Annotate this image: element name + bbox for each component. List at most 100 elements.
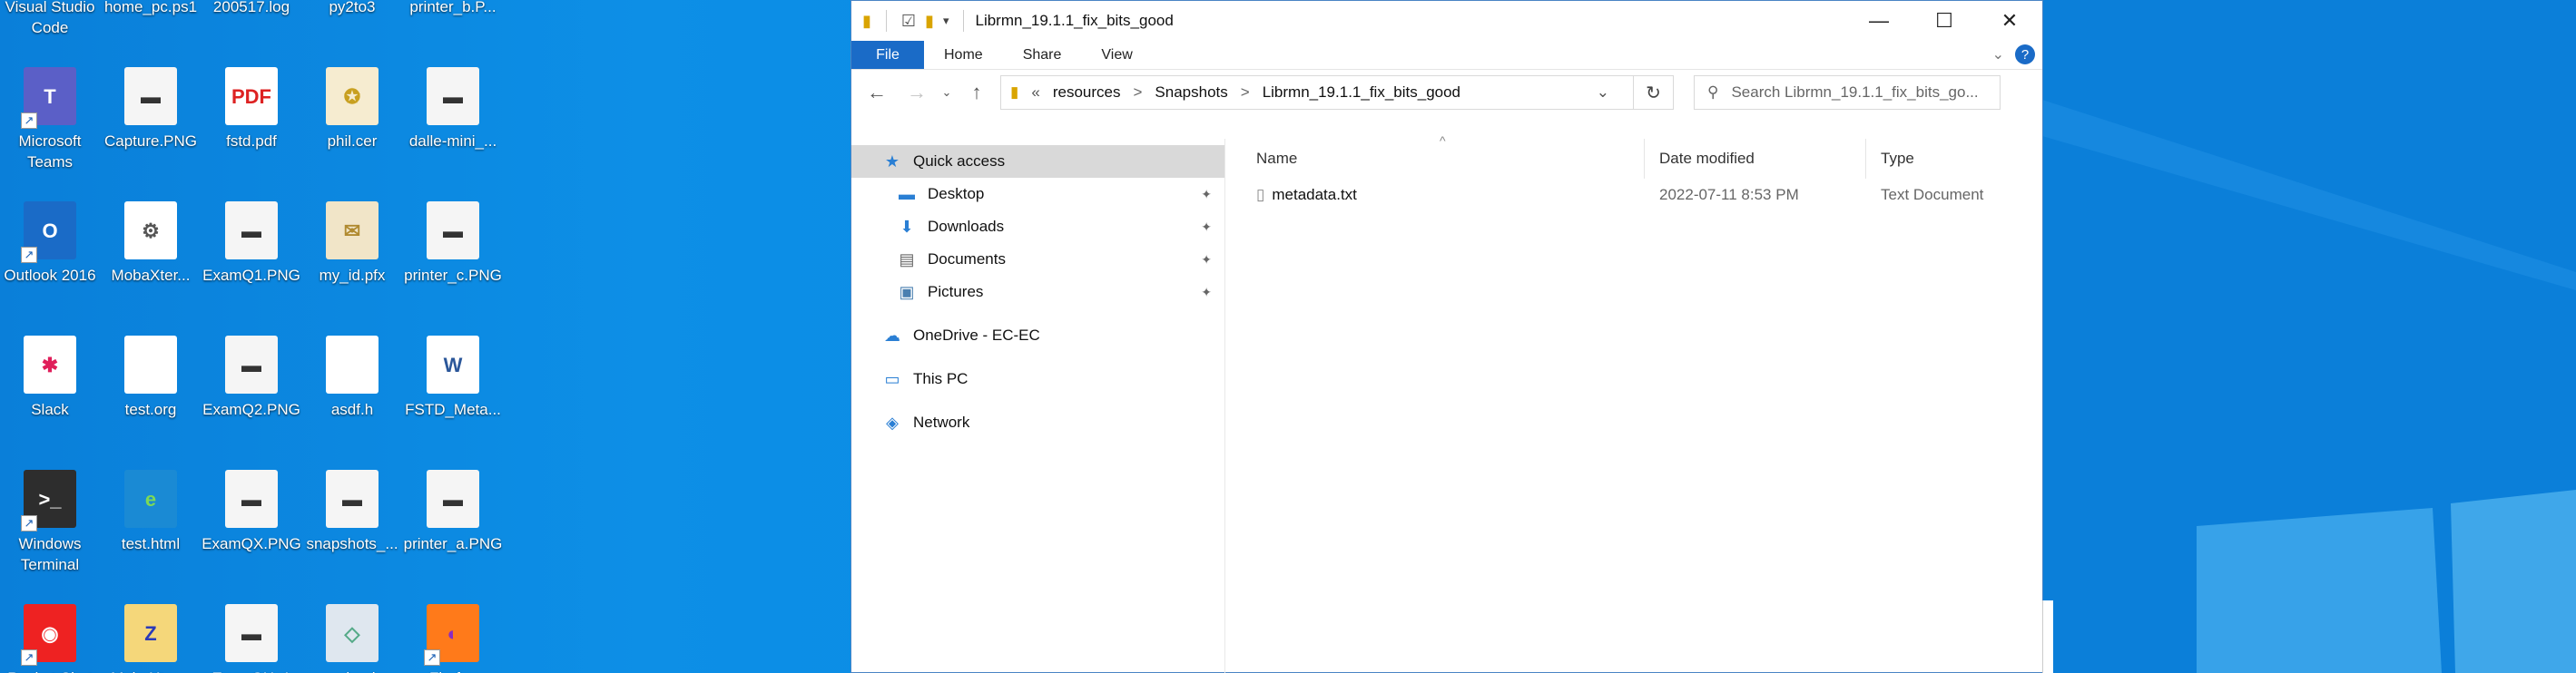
- expand-ribbon-icon[interactable]: ⌄: [1992, 45, 2004, 63]
- image-icon: ▬: [219, 600, 284, 666]
- desktop-icon-item[interactable]: ⚙ MobaXter...: [101, 198, 201, 286]
- desktop-icon-item[interactable]: Z MobaXterm: [101, 600, 201, 673]
- desktop-icon-label: FSTD_Meta...: [405, 401, 501, 418]
- tab-home[interactable]: Home: [924, 41, 1003, 69]
- nav-item-pictures[interactable]: ▣ Pictures ✦: [851, 276, 1224, 308]
- nav-item-downloads[interactable]: ⬇ Downloads ✦: [851, 210, 1224, 243]
- desktop-icon-label: Windows Terminal: [18, 535, 82, 573]
- maximize-button[interactable]: ☐: [1912, 1, 1977, 41]
- column-header-type[interactable]: Type: [1866, 139, 2039, 179]
- desktop-icon-item[interactable]: ▬ ExamQ2.PNG: [202, 332, 301, 420]
- desktop-icon-item[interactable]: ▬printer_b.P...: [403, 0, 503, 17]
- desktop-icon-item[interactable]: ✉ my_id.pfx: [302, 198, 402, 286]
- nav-label: Downloads: [928, 218, 1005, 235]
- recent-locations-icon[interactable]: ⌄: [940, 85, 953, 100]
- help-icon[interactable]: ?: [2015, 44, 2035, 64]
- desktop-icon-item[interactable]: ▬ ExamQ1.PNG: [202, 198, 301, 286]
- column-header-date-modified[interactable]: Date modified: [1645, 139, 1866, 179]
- desktop-icon-item[interactable]: ▬ printer_c.PNG: [403, 198, 503, 286]
- address-bar[interactable]: ▮ « resources > Snapshots > Librmn_19.1.…: [1000, 75, 1674, 110]
- nav-label: Pictures: [928, 283, 984, 300]
- breadcrumb-snapshots[interactable]: Snapshots: [1155, 83, 1227, 102]
- pin-icon: ✦: [1201, 284, 1212, 299]
- desktop-icon-item[interactable]: PDF fstd.pdf: [202, 63, 301, 151]
- refresh-icon[interactable]: ↻: [1633, 76, 1673, 109]
- file-explorer-window[interactable]: ▮ ☑ ▮ ▾ Librmn_19.1.1_fix_bits_good — ☐ …: [850, 0, 2043, 673]
- desktop-icon-label: my_id.pfx: [319, 267, 386, 284]
- folder-icon: ▮: [862, 11, 871, 30]
- computer-icon: ▭: [884, 369, 900, 388]
- minimize-button[interactable]: —: [1846, 1, 1912, 41]
- desktop-icon-item[interactable]: ▬ snapshots_...: [302, 466, 402, 554]
- address-dropdown-icon[interactable]: ⌄: [1597, 83, 1609, 102]
- desktop-icon-item[interactable]: O ↗ Outlook 2016: [0, 198, 100, 286]
- search-input[interactable]: ⚲ Search Librmn_19.1.1_fix_bits_go...: [1694, 75, 2001, 110]
- forward-arrow-icon[interactable]: →: [900, 81, 933, 104]
- nav-label: Documents: [928, 250, 1006, 268]
- nav-network[interactable]: ◈ Network: [851, 406, 1224, 439]
- shortcut-arrow-icon: ↗: [21, 515, 37, 532]
- breadcrumb-separator[interactable]: >: [1133, 83, 1142, 102]
- column-header-name[interactable]: Name: [1225, 139, 1645, 179]
- desktop-icon-item[interactable]: ▬ dalle-mini_...: [403, 63, 503, 151]
- nav-onedrive[interactable]: ☁ OneDrive - EC-EC: [851, 319, 1224, 352]
- settings-file-icon: ⚙: [118, 198, 183, 263]
- tab-file[interactable]: File: [851, 41, 924, 69]
- desktop-icon-item[interactable]: W FSTD_Meta...: [403, 332, 503, 420]
- desktop-icon-item[interactable]: >_ ↗ Windows Terminal: [0, 466, 100, 575]
- file-row[interactable]: ▯ metadata.txt 2022-07-11 8:53 PM Text D…: [1225, 179, 2042, 211]
- desktop-icon-item[interactable]: ◇ google_dr...: [302, 600, 402, 673]
- desktop-icon-item[interactable]: ▬ Capture.PNG: [101, 63, 201, 151]
- image-icon: ▬: [420, 198, 486, 263]
- breadcrumb-resources[interactable]: resources: [1053, 83, 1121, 102]
- tab-share[interactable]: Share: [1003, 41, 1082, 69]
- desktop-icon-item[interactable]: home_pc.ps1: [101, 0, 201, 17]
- documents-icon: ▤: [899, 249, 915, 268]
- desktop-icon-item[interactable]: ▬ ExamQX_1: [202, 600, 301, 673]
- nav-item-desktop[interactable]: ▬ Desktop ✦: [851, 178, 1224, 210]
- pictures-icon: ▣: [899, 282, 915, 301]
- desktop-icon-item[interactable]: 200517.log: [202, 0, 301, 17]
- firefox-icon: ◐ ↗: [420, 600, 486, 666]
- desktop-icon-item[interactable]: ✱ Slack: [0, 332, 100, 420]
- desktop-icon-item[interactable]: ◐↗ Firefox: [403, 600, 503, 673]
- desktop-icon-item[interactable]: T ↗ Microsoft Teams: [0, 63, 100, 172]
- address-overflow[interactable]: «: [1031, 83, 1039, 102]
- desktop-icon-item[interactable]: ▬ printer_a.PNG: [403, 466, 503, 554]
- background-window-edge: [2042, 600, 2053, 673]
- back-arrow-icon[interactable]: ←: [860, 81, 893, 104]
- image-icon: ▬: [420, 63, 486, 129]
- close-button[interactable]: ✕: [1977, 1, 2042, 41]
- desktop-icon-item[interactable]: asdf.h: [302, 332, 402, 420]
- desktop-icon-item[interactable]: ✪ phil.cer: [302, 63, 402, 151]
- desktop-icon-item[interactable]: e test.html: [101, 466, 201, 554]
- star-icon: ★: [884, 151, 900, 171]
- up-arrow-icon[interactable]: ↑: [960, 81, 993, 104]
- image-icon: ▬: [219, 198, 284, 263]
- nav-quick-access[interactable]: ★ Quick access: [851, 145, 1224, 178]
- shortcut-arrow-icon: ↗: [21, 649, 37, 666]
- nav-item-documents[interactable]: ▤ Documents ✦: [851, 243, 1224, 276]
- pin-icon: ✦: [1201, 251, 1212, 267]
- desktop-icon-item[interactable]: test.org: [101, 332, 201, 420]
- desktop: ◆Visual Studio Codehome_pc.ps1 200517.log…: [0, 0, 2576, 673]
- pfx-icon: ✉: [320, 198, 385, 263]
- desktop-icon-item[interactable]: ▬ ExamQX.PNG: [202, 466, 301, 554]
- properties-icon[interactable]: ☑: [901, 12, 916, 31]
- new-folder-icon[interactable]: ▮: [925, 12, 934, 31]
- breadcrumb-current-folder[interactable]: Librmn_19.1.1_fix_bits_good: [1263, 83, 1460, 102]
- nav-this-pc[interactable]: ▭ This PC: [851, 363, 1224, 395]
- desktop-icon-label: ExamQX_1: [202, 668, 301, 673]
- desktop-icon-label: MobaXterm: [101, 668, 201, 673]
- customize-toolbar-icon[interactable]: ▾: [943, 14, 949, 28]
- breadcrumb-separator[interactable]: >: [1241, 83, 1250, 102]
- desktop-icon-item[interactable]: py2to3: [302, 0, 402, 17]
- desktop-icon-label: snapshots_...: [306, 535, 398, 552]
- tab-view[interactable]: View: [1081, 41, 1152, 69]
- certificate-icon: ✪: [320, 63, 385, 129]
- desktop-icon-item[interactable]: ◆Visual Studio Code: [0, 0, 100, 38]
- window-title: Librmn_19.1.1_fix_bits_good: [975, 12, 1174, 29]
- desktop-icon-item[interactable]: ◉↗ Rocket.Chat: [0, 600, 100, 673]
- folder-icon: ▮: [1010, 83, 1019, 101]
- title-bar[interactable]: ▮ ☑ ▮ ▾ Librmn_19.1.1_fix_bits_good — ☐ …: [851, 1, 2042, 41]
